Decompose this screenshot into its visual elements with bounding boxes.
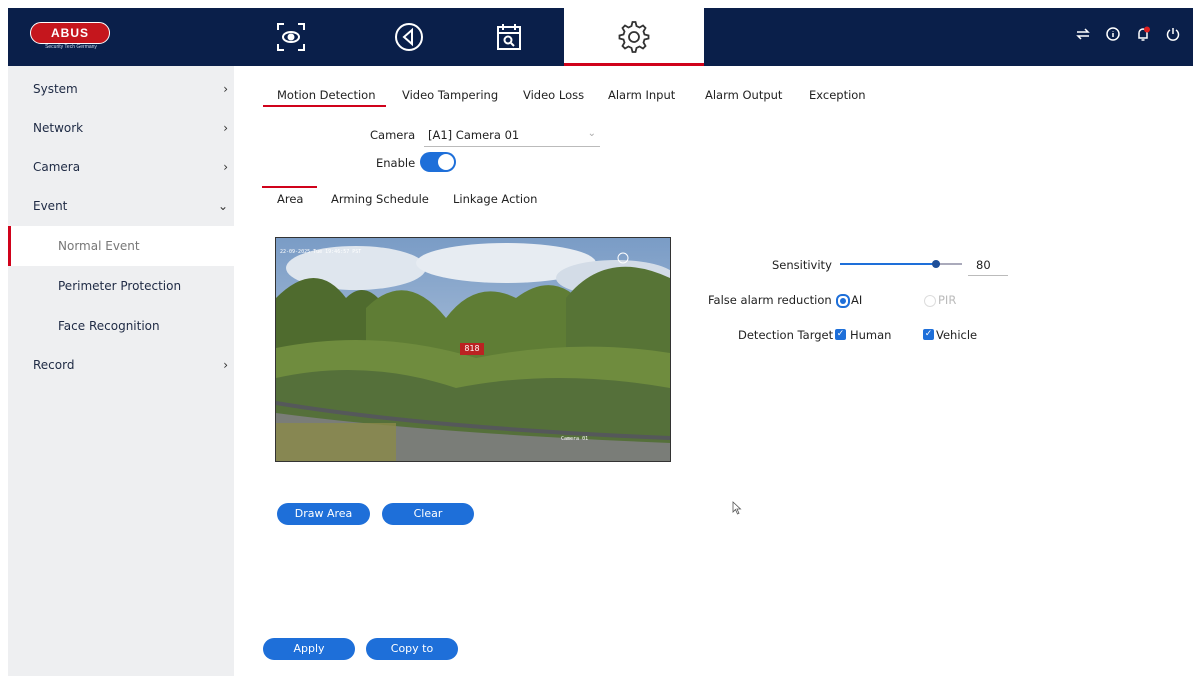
osd-timestamp: 22-09-2025 Tue 19:46:57 PST (280, 249, 362, 255)
false-alarm-reduction-label: False alarm reduction (708, 293, 832, 307)
tab-exception[interactable]: Exception (809, 88, 866, 102)
sensitivity-slider-track[interactable] (840, 263, 940, 265)
tab-alarm-output[interactable]: Alarm Output (705, 88, 782, 102)
checkbox-vehicle-label: Vehicle (936, 328, 978, 342)
sidebar-item-label: System (33, 82, 78, 96)
camera-label: Camera (370, 128, 416, 142)
sidebar-item-record[interactable]: Record › (8, 345, 234, 385)
sidebar-item-normal-event[interactable]: Normal Event (8, 226, 234, 266)
checkbox-human[interactable]: ✓ (835, 329, 846, 340)
camera-preview[interactable]: 22-09-2025 Tue 19:46:57 PST Camera 01 81… (275, 237, 671, 462)
sidebar-item-label: Perimeter Protection (58, 279, 182, 293)
sidebar-item-label: Record (33, 358, 75, 372)
mouse-cursor-icon (732, 500, 742, 519)
detection-target-label: Detection Target (738, 328, 834, 342)
search-calendar-icon[interactable] (480, 8, 538, 66)
subtab-linkage-action[interactable]: Linkage Action (453, 192, 537, 206)
sidebar: System › Network › Camera › Event ⌄ Norm… (8, 66, 234, 676)
radio-pir-label: PIR (938, 293, 957, 307)
camera-select[interactable]: [A1] Camera 01 ⌄ (424, 126, 600, 147)
sidebar-item-label: Face Recognition (58, 319, 160, 333)
live-view-icon[interactable] (262, 8, 320, 66)
sidebar-item-face-recognition[interactable]: Face Recognition (8, 306, 234, 346)
sidebar-item-network[interactable]: Network › (8, 108, 234, 148)
active-subtab-indicator (262, 186, 317, 188)
sensitivity-value-field[interactable]: 80 (968, 254, 1008, 276)
sidebar-item-label: Normal Event (58, 239, 140, 253)
camera-select-value: [A1] Camera 01 (428, 128, 520, 142)
tab-motion-detection[interactable]: Motion Detection (277, 88, 376, 102)
chevron-right-icon: › (223, 160, 228, 174)
copy-to-button[interactable]: Copy to (366, 638, 458, 660)
radio-ai-label: AI (851, 293, 863, 307)
checkbox-vehicle[interactable]: ✓ (923, 329, 934, 340)
subtab-area[interactable]: Area (277, 192, 303, 206)
radio-pir[interactable] (924, 295, 936, 307)
abus-logo: ABUS Security Tech Germany (30, 22, 110, 52)
sidebar-item-camera[interactable]: Camera › (8, 147, 234, 187)
tab-video-tampering[interactable]: Video Tampering (402, 88, 498, 102)
tab-alarm-input[interactable]: Alarm Input (608, 88, 675, 102)
transfer-icon[interactable] (1075, 26, 1091, 42)
chevron-right-icon: › (223, 82, 228, 96)
power-icon[interactable] (1165, 26, 1181, 42)
sensitivity-slider-handle[interactable] (932, 260, 940, 268)
settings-gear-icon[interactable] (605, 8, 663, 66)
enable-label: Enable (376, 156, 416, 170)
chevron-right-icon: › (223, 358, 228, 372)
info-icon[interactable] (1105, 26, 1121, 42)
sidebar-item-label: Camera (33, 160, 81, 174)
draw-area-button[interactable]: Draw Area (277, 503, 370, 525)
tab-video-loss[interactable]: Video Loss (523, 88, 584, 102)
sidebar-item-perimeter-protection[interactable]: Perimeter Protection (8, 266, 234, 306)
playback-icon[interactable] (380, 8, 438, 66)
sidebar-item-label: Network (33, 121, 84, 135)
sidebar-item-system[interactable]: System › (8, 69, 234, 109)
apply-button[interactable]: Apply (263, 638, 355, 660)
sensitivity-label: Sensitivity (772, 258, 832, 272)
logo-subtext: Security Tech Germany (45, 44, 97, 50)
sensitivity-slider-rest[interactable] (940, 263, 962, 265)
toggle-knob (438, 154, 454, 170)
enable-toggle[interactable] (420, 152, 456, 172)
chevron-down-icon: ⌄ (587, 128, 596, 139)
chevron-down-icon: ⌄ (217, 199, 228, 213)
sidebar-item-event[interactable]: Event ⌄ (8, 186, 234, 226)
active-tab-indicator (263, 105, 386, 107)
top-right-tools (1075, 26, 1181, 42)
chevron-right-icon: › (223, 121, 228, 135)
osd-center-label: 818 (460, 343, 484, 355)
checkbox-human-label: Human (850, 328, 892, 342)
radio-ai[interactable] (836, 294, 850, 308)
clear-button[interactable]: Clear (382, 503, 474, 525)
subtab-arming-schedule[interactable]: Arming Schedule (331, 192, 429, 206)
osd-camera-name: Camera 01 (561, 436, 589, 442)
sidebar-item-label: Event (33, 199, 68, 213)
notification-bell-icon[interactable] (1135, 26, 1151, 42)
logo-text: ABUS (30, 22, 110, 44)
